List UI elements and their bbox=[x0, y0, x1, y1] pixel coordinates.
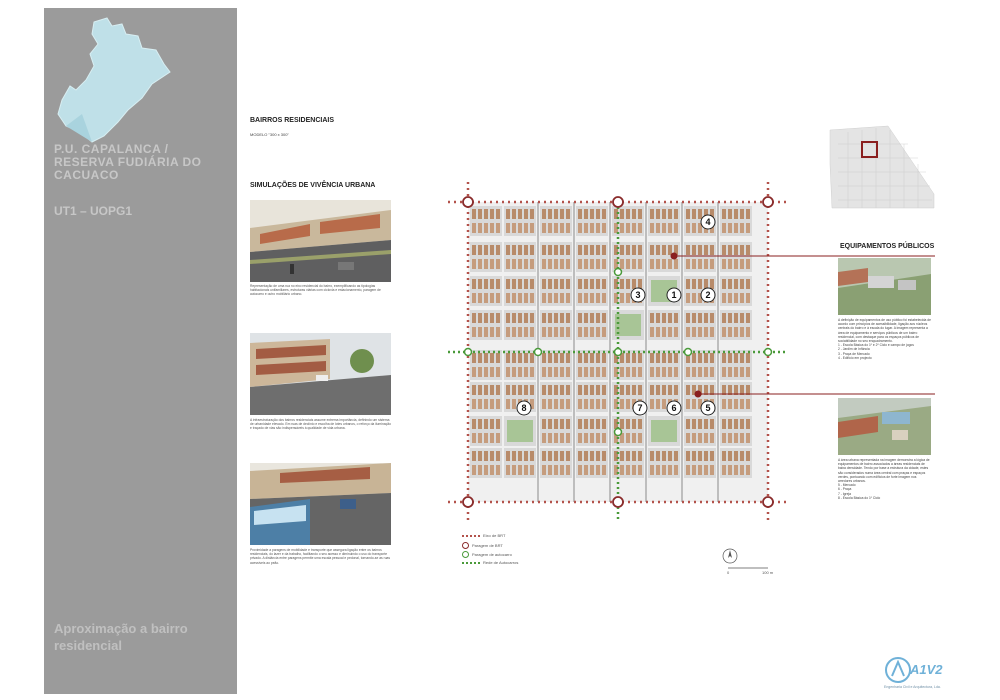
plan-block bbox=[540, 242, 572, 272]
plan-block bbox=[504, 310, 536, 340]
plan-block bbox=[470, 350, 502, 380]
ring-icon bbox=[462, 551, 469, 558]
sidebar-footer: Aproximação a bairro residencial bbox=[54, 621, 188, 653]
plan-block bbox=[576, 448, 608, 478]
brt-stop bbox=[762, 196, 774, 208]
plan-block bbox=[720, 448, 752, 478]
plan-block bbox=[648, 448, 680, 478]
plan-block bbox=[504, 448, 536, 478]
plan-block bbox=[504, 242, 536, 272]
equipment-marker-label: 8 bbox=[521, 403, 526, 413]
plan-block bbox=[576, 206, 608, 236]
dotted-line-icon bbox=[462, 561, 480, 564]
connector-lines bbox=[670, 252, 935, 398]
plan-block bbox=[540, 416, 572, 446]
plan-block bbox=[540, 206, 572, 236]
ring-icon bbox=[462, 542, 469, 549]
page-title: BAIRROS RESIDENCIAIS bbox=[250, 117, 335, 124]
plan-block bbox=[540, 276, 572, 306]
plan-block bbox=[684, 448, 716, 478]
brt-stop bbox=[462, 196, 474, 208]
bus-stop bbox=[613, 267, 623, 277]
plan-block bbox=[648, 416, 680, 446]
plan-block bbox=[470, 382, 502, 412]
plan-block bbox=[720, 416, 752, 446]
bus-stop bbox=[533, 347, 543, 357]
plan-block bbox=[576, 310, 608, 340]
plan-block bbox=[540, 448, 572, 478]
scale-zero: 0 bbox=[727, 570, 730, 575]
plan-block bbox=[504, 350, 536, 380]
brt-stop bbox=[612, 196, 624, 208]
plan-block bbox=[612, 206, 644, 236]
plan-block bbox=[504, 416, 536, 446]
street-render-2-caption: A infraestruturação dos bairros residenc… bbox=[250, 418, 391, 431]
plan-block bbox=[540, 310, 572, 340]
sidebar-title: P.U. CAPALANCA / RESERVA FUDIÁRIA DO CAC… bbox=[54, 142, 202, 182]
street-render-2 bbox=[250, 333, 391, 415]
plan-block bbox=[576, 416, 608, 446]
plan-block bbox=[470, 310, 502, 340]
legend-label: Eixo de BRT bbox=[483, 533, 506, 538]
plan-block bbox=[720, 206, 752, 236]
bus-stop bbox=[613, 427, 623, 437]
street-render-3-caption: Proximidade a paragens de mobilidade e t… bbox=[250, 548, 391, 565]
sidebar-code: UT1 – UOPG1 bbox=[54, 204, 133, 218]
legend-brt-stop: Paragem de BRT bbox=[462, 542, 503, 549]
territory-map-icon bbox=[57, 17, 171, 143]
plan-block bbox=[540, 382, 572, 412]
legend-label: Paragem de autocarro bbox=[472, 552, 512, 557]
dotted-line-icon bbox=[462, 534, 480, 537]
brt-stop bbox=[612, 496, 624, 508]
street-render-3 bbox=[250, 463, 391, 545]
model-label: MODELO "300 x 300" bbox=[250, 132, 289, 137]
plan-block bbox=[612, 310, 644, 340]
legend-label: Paragem de BRT bbox=[472, 543, 503, 548]
equipment-marker-label: 3 bbox=[635, 290, 640, 300]
bus-stop bbox=[613, 347, 623, 357]
plan-block bbox=[470, 276, 502, 306]
logo-name: A1V2 bbox=[910, 662, 943, 677]
plan-block bbox=[684, 416, 716, 446]
equipment-heading: EQUIPAMENTOS PÚBLICOS bbox=[840, 243, 935, 250]
plan-block bbox=[576, 276, 608, 306]
plan-block bbox=[470, 242, 502, 272]
equipment-marker-label: 7 bbox=[637, 403, 642, 413]
legend-brt-axis: Eixo de BRT bbox=[462, 533, 505, 538]
plan-block bbox=[470, 416, 502, 446]
equipment-render-2 bbox=[838, 398, 931, 455]
legend-bus-stop: Paragem de autocarro bbox=[462, 551, 512, 558]
logo-tagline: Engenharia Civil e Arquitectura, Lda. bbox=[884, 685, 941, 689]
legend-label: Rede de Autocarros bbox=[483, 560, 519, 565]
plan-block bbox=[540, 350, 572, 380]
plan-block bbox=[470, 206, 502, 236]
equipment-description-2: A área urbana representada na imagem dem… bbox=[838, 458, 930, 484]
key-map bbox=[828, 124, 936, 210]
plan-block bbox=[576, 242, 608, 272]
equipment-marker-label: 6 bbox=[671, 403, 676, 413]
bus-stop bbox=[463, 347, 473, 357]
equipment-list-item: 8 - Escola Básica do 1º Ciclo bbox=[838, 495, 881, 500]
plan-block bbox=[576, 382, 608, 412]
scale-end: 100 m bbox=[762, 570, 774, 575]
legend-bus-network: Rede de Autocarros bbox=[462, 560, 518, 565]
street-render-1-caption: Representação de uma rua no eixo residen… bbox=[250, 284, 381, 297]
plan-block bbox=[504, 276, 536, 306]
sidebar-panel: P.U. CAPALANCA / RESERVA FUDIÁRIA DO CAC… bbox=[44, 8, 237, 694]
simulations-heading: SIMULAÇÕES DE VIVÊNCIA URBANA bbox=[250, 182, 376, 189]
plan-block bbox=[504, 206, 536, 236]
equipment-marker-label: 5 bbox=[705, 403, 710, 413]
street-render-1 bbox=[250, 200, 391, 282]
plan-block bbox=[470, 448, 502, 478]
company-logo: A1V2 Engenharia Civil e Arquitectura, Ld… bbox=[884, 656, 960, 696]
plan-block bbox=[576, 350, 608, 380]
brt-stop bbox=[762, 496, 774, 508]
brt-stop bbox=[462, 496, 474, 508]
equipment-marker-label: 4 bbox=[705, 217, 710, 227]
equipment-text-2: A área urbana representada na imagem dem… bbox=[838, 458, 931, 500]
plan-block bbox=[648, 206, 680, 236]
